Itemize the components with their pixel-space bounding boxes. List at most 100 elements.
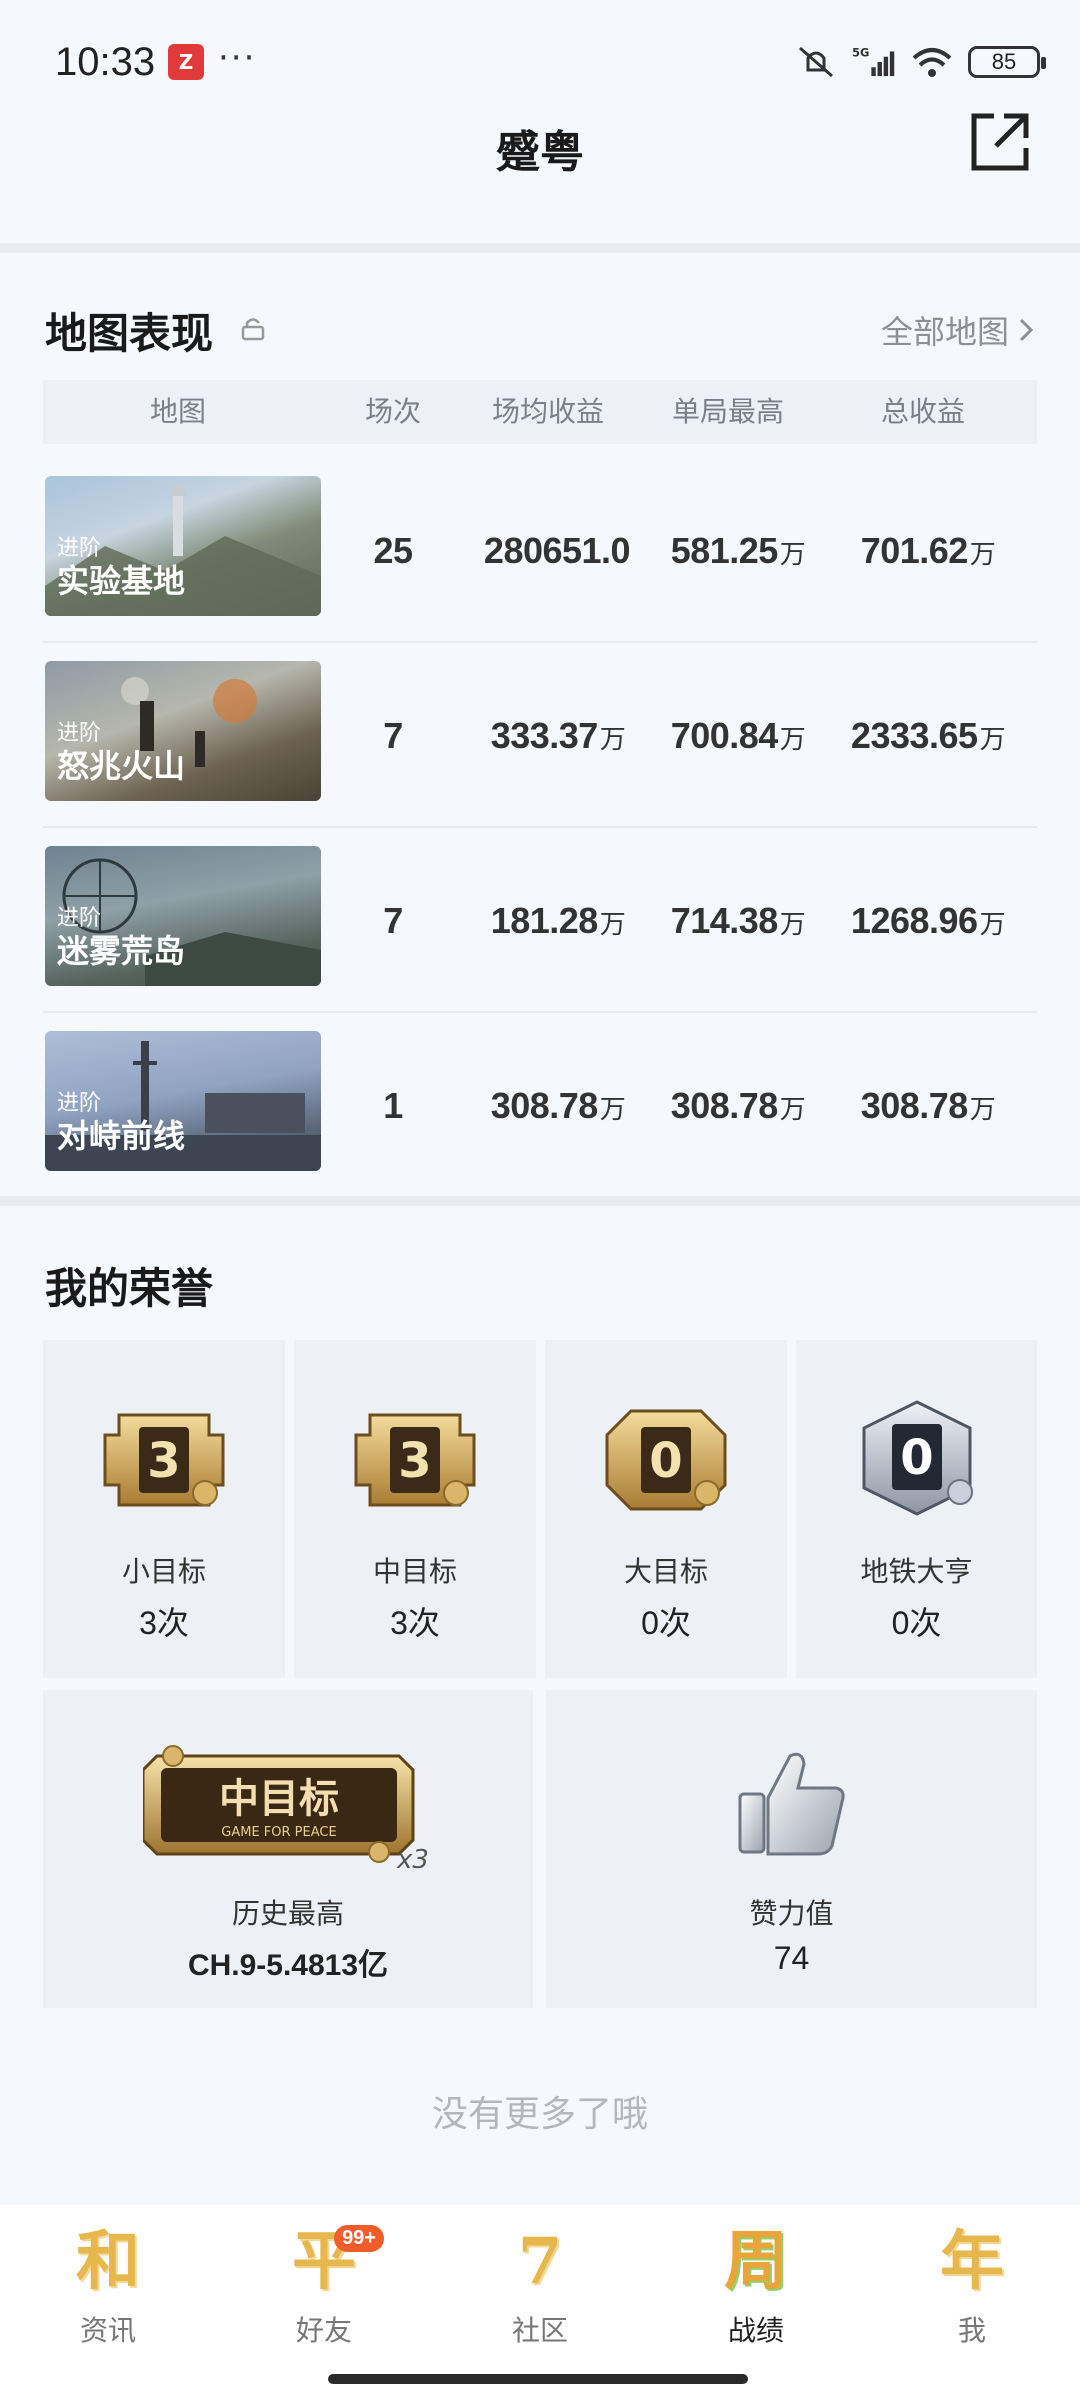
- tab-community[interactable]: 7 社区: [470, 2217, 610, 2349]
- wifi-icon: [912, 48, 952, 77]
- honor-card-small-goal[interactable]: 3 小目标 3次: [43, 1340, 285, 1678]
- section-divider: [0, 243, 1080, 253]
- total-cell: 701.62万: [823, 458, 1033, 643]
- tab-label: 社区: [511, 2314, 568, 2347]
- best-unit: 万: [779, 724, 806, 754]
- best-unit: 万: [779, 1094, 806, 1124]
- table-row[interactable]: 进阶 迷雾荒岛 7 181.28万 714.38万 1268.96万: [43, 828, 1037, 1013]
- column-header-matches: 场次: [364, 395, 421, 428]
- matches-value: 1: [383, 1085, 403, 1126]
- map-name: 怒兆火山: [57, 747, 186, 785]
- avg-unit: 万: [599, 909, 626, 939]
- status-bar: 10:33 Z ··· 5G 85: [0, 0, 1080, 110]
- avg-cell: 181.28万: [463, 828, 653, 1013]
- matches-value: 25: [373, 530, 413, 571]
- table-row[interactable]: 进阶 对峙前线 1 308.78万 308.78万 308.78万: [43, 1013, 1037, 1198]
- honor-section-title: 我的荣誉: [45, 1264, 214, 1313]
- total-cell: 2333.65万: [823, 643, 1033, 828]
- avg-value: 280651.0: [483, 530, 631, 571]
- tab-stats[interactable]: 周 战绩: [686, 2217, 826, 2349]
- news-tab-icon: 和: [76, 2224, 140, 2299]
- total-value: 1268.96: [850, 900, 978, 941]
- honor-card-medium-goal[interactable]: 3 中目标 3次: [294, 1340, 536, 1678]
- lock-icon: [241, 318, 265, 341]
- total-unit: 万: [979, 909, 1006, 939]
- matches-cell: 25: [333, 458, 453, 643]
- matches-cell: 1: [333, 1013, 453, 1198]
- best-value: 700.84: [670, 715, 779, 756]
- total-cell: 1268.96万: [823, 828, 1033, 1013]
- best-value: 308.78: [670, 1085, 779, 1126]
- badge-label: 大目标: [623, 1555, 708, 1588]
- badge-number: 0: [900, 1430, 933, 1486]
- history-best-card[interactable]: 中目标 GAME FOR PEACE x3 历史最高 CH.9-5.4813亿: [43, 1690, 533, 2008]
- map-table-header: 地图 场次 场均收益 单局最高 总收益: [43, 380, 1037, 444]
- badge-count: 0次: [891, 1605, 942, 1641]
- column-header-map: 地图: [149, 395, 206, 428]
- history-value: CH.9-5.4813亿: [187, 1949, 389, 1982]
- badge-number: 3: [147, 1433, 180, 1489]
- home-indicator[interactable]: [328, 2374, 748, 2384]
- svg-text:5G: 5G: [852, 46, 869, 60]
- total-value: 701.62: [860, 530, 969, 571]
- tab-label: 资讯: [79, 2314, 136, 2347]
- badge-number: 0: [649, 1433, 682, 1489]
- honor-card-metro-tycoon[interactable]: 0 地铁大亨 0次: [796, 1340, 1037, 1678]
- chevron-right-icon: [1019, 318, 1034, 342]
- best-cell: 714.38万: [643, 828, 833, 1013]
- page-title: 蹙粤: [496, 127, 584, 178]
- avg-unit: 万: [599, 724, 626, 754]
- mute-icon: [799, 46, 833, 78]
- badge-icon: 0: [605, 1409, 727, 1511]
- me-tab-icon: 年: [940, 2224, 1004, 2299]
- app-notification-icon: Z: [168, 44, 204, 80]
- best-cell: 700.84万: [643, 643, 833, 828]
- map-name: 迷雾荒岛: [57, 932, 186, 970]
- plaque-subtitle: GAME FOR PEACE: [221, 1825, 336, 1840]
- matches-cell: 7: [333, 643, 453, 828]
- table-row[interactable]: 进阶 实验基地 25 280651.0 581.25万 701.62万: [43, 458, 1037, 643]
- end-of-list-text: 没有更多了哦: [431, 2094, 648, 2135]
- best-cell: 308.78万: [643, 1013, 833, 1198]
- badge-icon: 3: [103, 1413, 225, 1507]
- tab-me[interactable]: 年 我: [902, 2217, 1042, 2349]
- best-unit: 万: [779, 539, 806, 569]
- cellular-signal-icon: 5G: [852, 46, 895, 77]
- tab-friends[interactable]: 平 99+ 好友: [254, 2217, 394, 2349]
- matches-value: 7: [383, 900, 403, 941]
- avg-value: 333.37: [490, 715, 599, 756]
- top-bar: 蹙粤: [0, 110, 1080, 240]
- map-thumbnail: 进阶 实验基地: [45, 476, 321, 616]
- tab-news[interactable]: 和 资讯: [38, 2217, 178, 2349]
- map-section-title: 地图表现: [45, 309, 214, 358]
- column-header-total: 总收益: [880, 395, 965, 428]
- share-icon[interactable]: [968, 110, 1032, 174]
- all-maps-link[interactable]: 全部地图: [881, 307, 1035, 353]
- likes-label: 赞力值: [749, 1897, 834, 1930]
- badge-count: 3次: [390, 1605, 440, 1641]
- map-thumbnail: 进阶 迷雾荒岛: [45, 846, 321, 986]
- battery-indicator: 85: [968, 46, 1046, 78]
- total-value: 308.78: [860, 1085, 969, 1126]
- community-tab-icon: 7: [517, 2224, 563, 2299]
- table-row[interactable]: 进阶 怒兆火山 7 333.37万 700.84万 2333.65万: [43, 643, 1037, 828]
- likes-card[interactable]: 赞力值 74: [546, 1690, 1037, 2008]
- plaque-multiplier: x3: [396, 1845, 429, 1870]
- unread-badge: 99+: [334, 2225, 384, 2252]
- thumbs-up-icon: [738, 1752, 845, 1856]
- honor-card-big-goal[interactable]: 0 大目标 0次: [545, 1340, 787, 1678]
- tab-label: 我: [957, 2314, 986, 2347]
- more-notifications-icon: ···: [218, 38, 257, 78]
- tab-label: 战绩: [727, 2314, 784, 2347]
- badge-icon: 0: [862, 1400, 973, 1516]
- stats-tab-icon: 周: [724, 2224, 788, 2299]
- best-value: 581.25: [670, 530, 779, 571]
- status-time: 10:33: [55, 40, 156, 84]
- history-plaque-icon: 中目标 GAME FOR PEACE x3: [143, 1745, 429, 1870]
- column-header-avg: 场均收益: [491, 395, 604, 428]
- avg-cell: 308.78万: [463, 1013, 653, 1198]
- badge-count: 3次: [139, 1605, 189, 1641]
- badge-label: 小目标: [121, 1555, 206, 1588]
- plaque-title: 中目标: [219, 1776, 339, 1822]
- map-thumbnail: 进阶 怒兆火山: [45, 661, 321, 801]
